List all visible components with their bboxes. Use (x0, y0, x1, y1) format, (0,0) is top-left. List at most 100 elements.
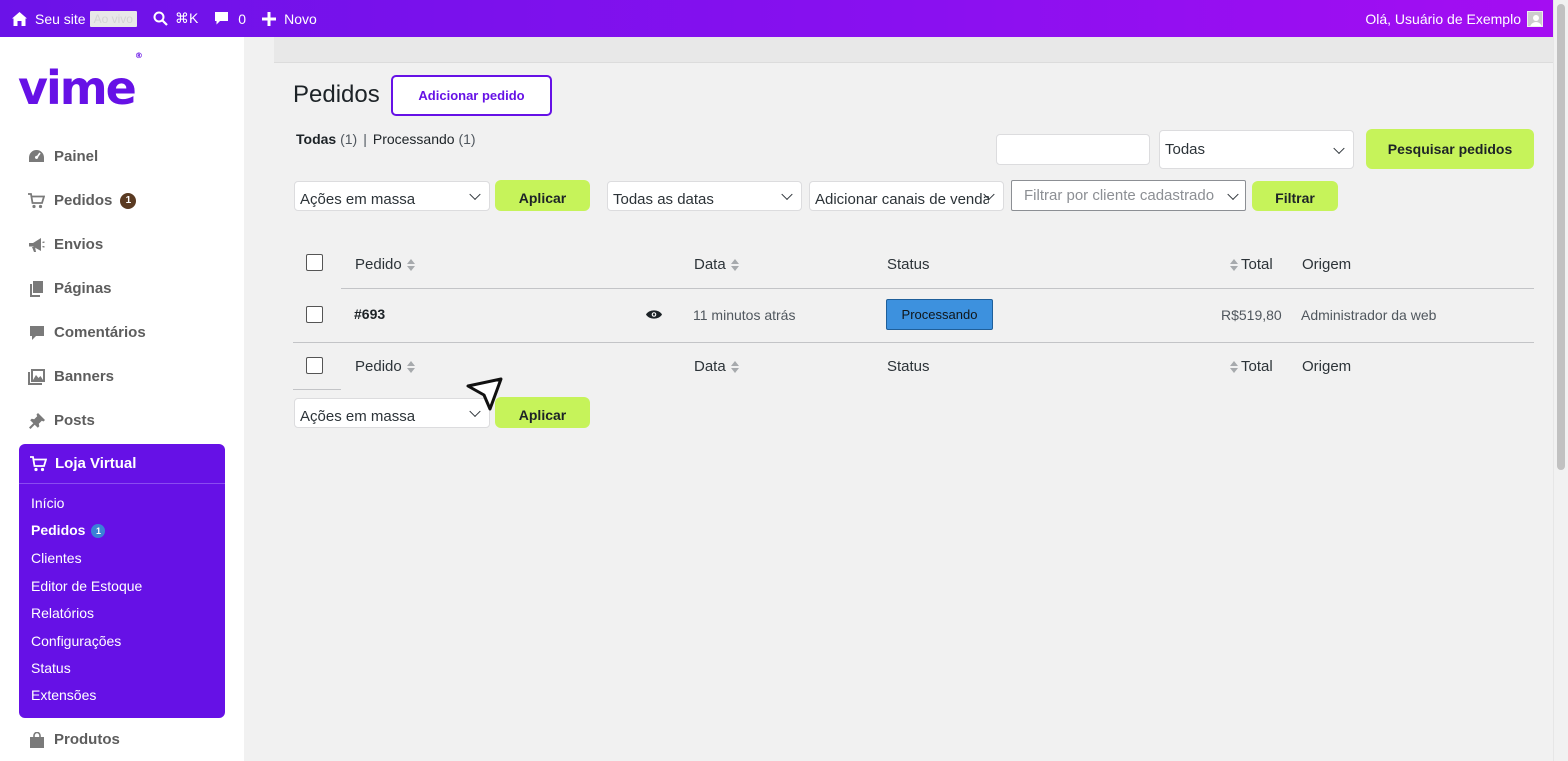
submenu-extensoes[interactable]: Extensões (31, 687, 96, 703)
sidebar-item-banners[interactable]: Banners (28, 368, 114, 385)
account-menu[interactable]: Olá, Usuário de Exemplo (1365, 0, 1543, 37)
chevron-down-icon (469, 188, 481, 201)
sidebar-item-comentarios[interactable]: Comentários (28, 324, 146, 341)
apply-bulk-button[interactable]: Aplicar (495, 180, 590, 211)
sort-icon (1230, 360, 1238, 373)
submenu-inicio[interactable]: Início (31, 495, 64, 511)
bulk-actions-select-bottom[interactable]: Ações em massa (294, 398, 490, 428)
column-date[interactable]: Data (694, 256, 739, 273)
logo[interactable]: vime® (18, 51, 143, 115)
customer-filter-select[interactable]: Filtrar por cliente cadastrado (1011, 180, 1246, 211)
column-date-label: Data (694, 256, 726, 273)
date-filter-value: Todas as datas (613, 190, 714, 208)
column-order-label: Pedido (355, 358, 402, 375)
select-all-checkbox-footer[interactable] (306, 357, 323, 374)
column-origin-label: Origem (1302, 256, 1352, 273)
submenu-relatorios[interactable]: Relatórios (31, 605, 94, 621)
comments-link[interactable]: 0 (206, 0, 254, 37)
submenu-pedidos[interactable]: Pedidos 1 (31, 522, 106, 538)
cursor-icon (466, 377, 503, 411)
bulk-actions-select[interactable]: Ações em massa (294, 181, 490, 211)
view-all-count: (1) (340, 131, 358, 147)
footer-divider (293, 389, 341, 390)
submenu-clientes[interactable]: Clientes (31, 550, 82, 566)
date-filter-select[interactable]: Todas as datas (607, 181, 802, 211)
bulk-actions-value: Ações em massa (300, 407, 416, 425)
order-date: 11 minutos atrás (693, 307, 796, 323)
column-status-label: Status (887, 256, 930, 273)
page-title: Pedidos (293, 81, 380, 108)
search-shortcut-label: ⌘K (174, 10, 199, 26)
sidebar-item-label: Pedidos (54, 192, 113, 209)
submenu-configuracoes[interactable]: Configurações (31, 633, 121, 649)
chevron-down-icon (1227, 188, 1239, 200)
sidebar-item-label: Painel (54, 148, 99, 165)
orders-count-badge: 1 (120, 192, 137, 209)
cart-icon (28, 192, 45, 208)
order-status-select[interactable]: Todas (1159, 130, 1354, 169)
live-badge: Ao vivo (89, 10, 137, 27)
submenu-label: Pedidos (31, 522, 86, 538)
plus-icon (262, 11, 277, 26)
column-total-label: Total (1241, 256, 1273, 273)
column-total[interactable]: Total (1230, 256, 1273, 273)
orders-count-badge: 1 (91, 524, 106, 538)
comment-icon (29, 325, 44, 340)
footer-column-total[interactable]: Total (1230, 358, 1273, 375)
column-order[interactable]: Pedido (355, 256, 415, 273)
store-title: Loja Virtual (55, 455, 137, 472)
sidebar-item-painel[interactable]: Painel (28, 148, 98, 165)
status-select-value: Todas (1165, 141, 1206, 158)
dashboard-icon (29, 150, 44, 162)
search-shortcut[interactable]: ⌘K (145, 0, 206, 37)
pages-icon (30, 280, 43, 297)
status-views: Todas (1) | Processando (1) (296, 131, 476, 147)
site-link[interactable]: Seu site Ao vivo (0, 0, 145, 37)
footer-column-date[interactable]: Data (694, 358, 739, 375)
view-all[interactable]: Todas (1) (296, 131, 357, 147)
eye-icon[interactable] (646, 309, 662, 320)
sales-channel-select[interactable]: Adicionar canais de vendas (809, 181, 1004, 211)
order-search-input[interactable] (996, 134, 1150, 165)
submenu-editor-estoque[interactable]: Editor de Estoque (31, 578, 142, 594)
view-processing-label: Processando (372, 131, 455, 147)
footer-column-origin: Origem (1302, 358, 1351, 375)
scrollbar[interactable] (1553, 0, 1568, 761)
media-icon (28, 368, 45, 385)
sidebar-item-envios[interactable]: Envios (28, 236, 103, 253)
sidebar-item-produtos[interactable]: Produtos (28, 731, 120, 748)
comments-count: 0 (238, 10, 247, 27)
filter-button[interactable]: Filtrar (1252, 181, 1338, 211)
apply-bulk-button-bottom[interactable]: Aplicar (495, 397, 590, 428)
column-order-label: Pedido (355, 256, 402, 273)
column-origin: Origem (1302, 256, 1351, 273)
add-order-button[interactable]: Adicionar pedido (391, 75, 552, 116)
search-icon (153, 11, 168, 26)
search-orders-button[interactable]: Pesquisar pedidos (1366, 129, 1534, 169)
row-divider (293, 342, 1534, 343)
sidebar-item-label: Envios (54, 236, 104, 253)
order-total: R$519,80 (1221, 307, 1282, 323)
row-checkbox[interactable] (306, 306, 323, 323)
sidebar-item-posts[interactable]: Posts (28, 412, 95, 429)
chevron-down-icon (1333, 142, 1345, 154)
customer-filter-placeholder: Filtrar por cliente cadastrado (1024, 187, 1215, 204)
column-status-label: Status (887, 358, 930, 375)
sidebar-item-paginas[interactable]: Páginas (28, 280, 112, 297)
new-label: Novo (284, 10, 317, 27)
view-processing[interactable]: Processando (1) (373, 131, 476, 147)
sidebar-item-pedidos[interactable]: Pedidos 1 (28, 192, 137, 209)
sort-icon (406, 258, 415, 271)
sidebar-item-label: Posts (54, 412, 95, 429)
sidebar-item-label: Comentários (54, 324, 146, 341)
select-all-checkbox[interactable] (306, 254, 323, 271)
sidebar-item-loja-virtual[interactable]: Loja Virtual (19, 444, 225, 484)
pin-icon (28, 412, 45, 429)
sort-icon (1230, 258, 1238, 271)
submenu-status[interactable]: Status (31, 660, 71, 676)
order-number-link[interactable]: #693 (354, 306, 385, 322)
avatar (1527, 10, 1543, 27)
new-link[interactable]: Novo (254, 0, 325, 37)
scrollbar-thumb[interactable] (1557, 4, 1565, 470)
footer-column-order[interactable]: Pedido (355, 358, 415, 375)
